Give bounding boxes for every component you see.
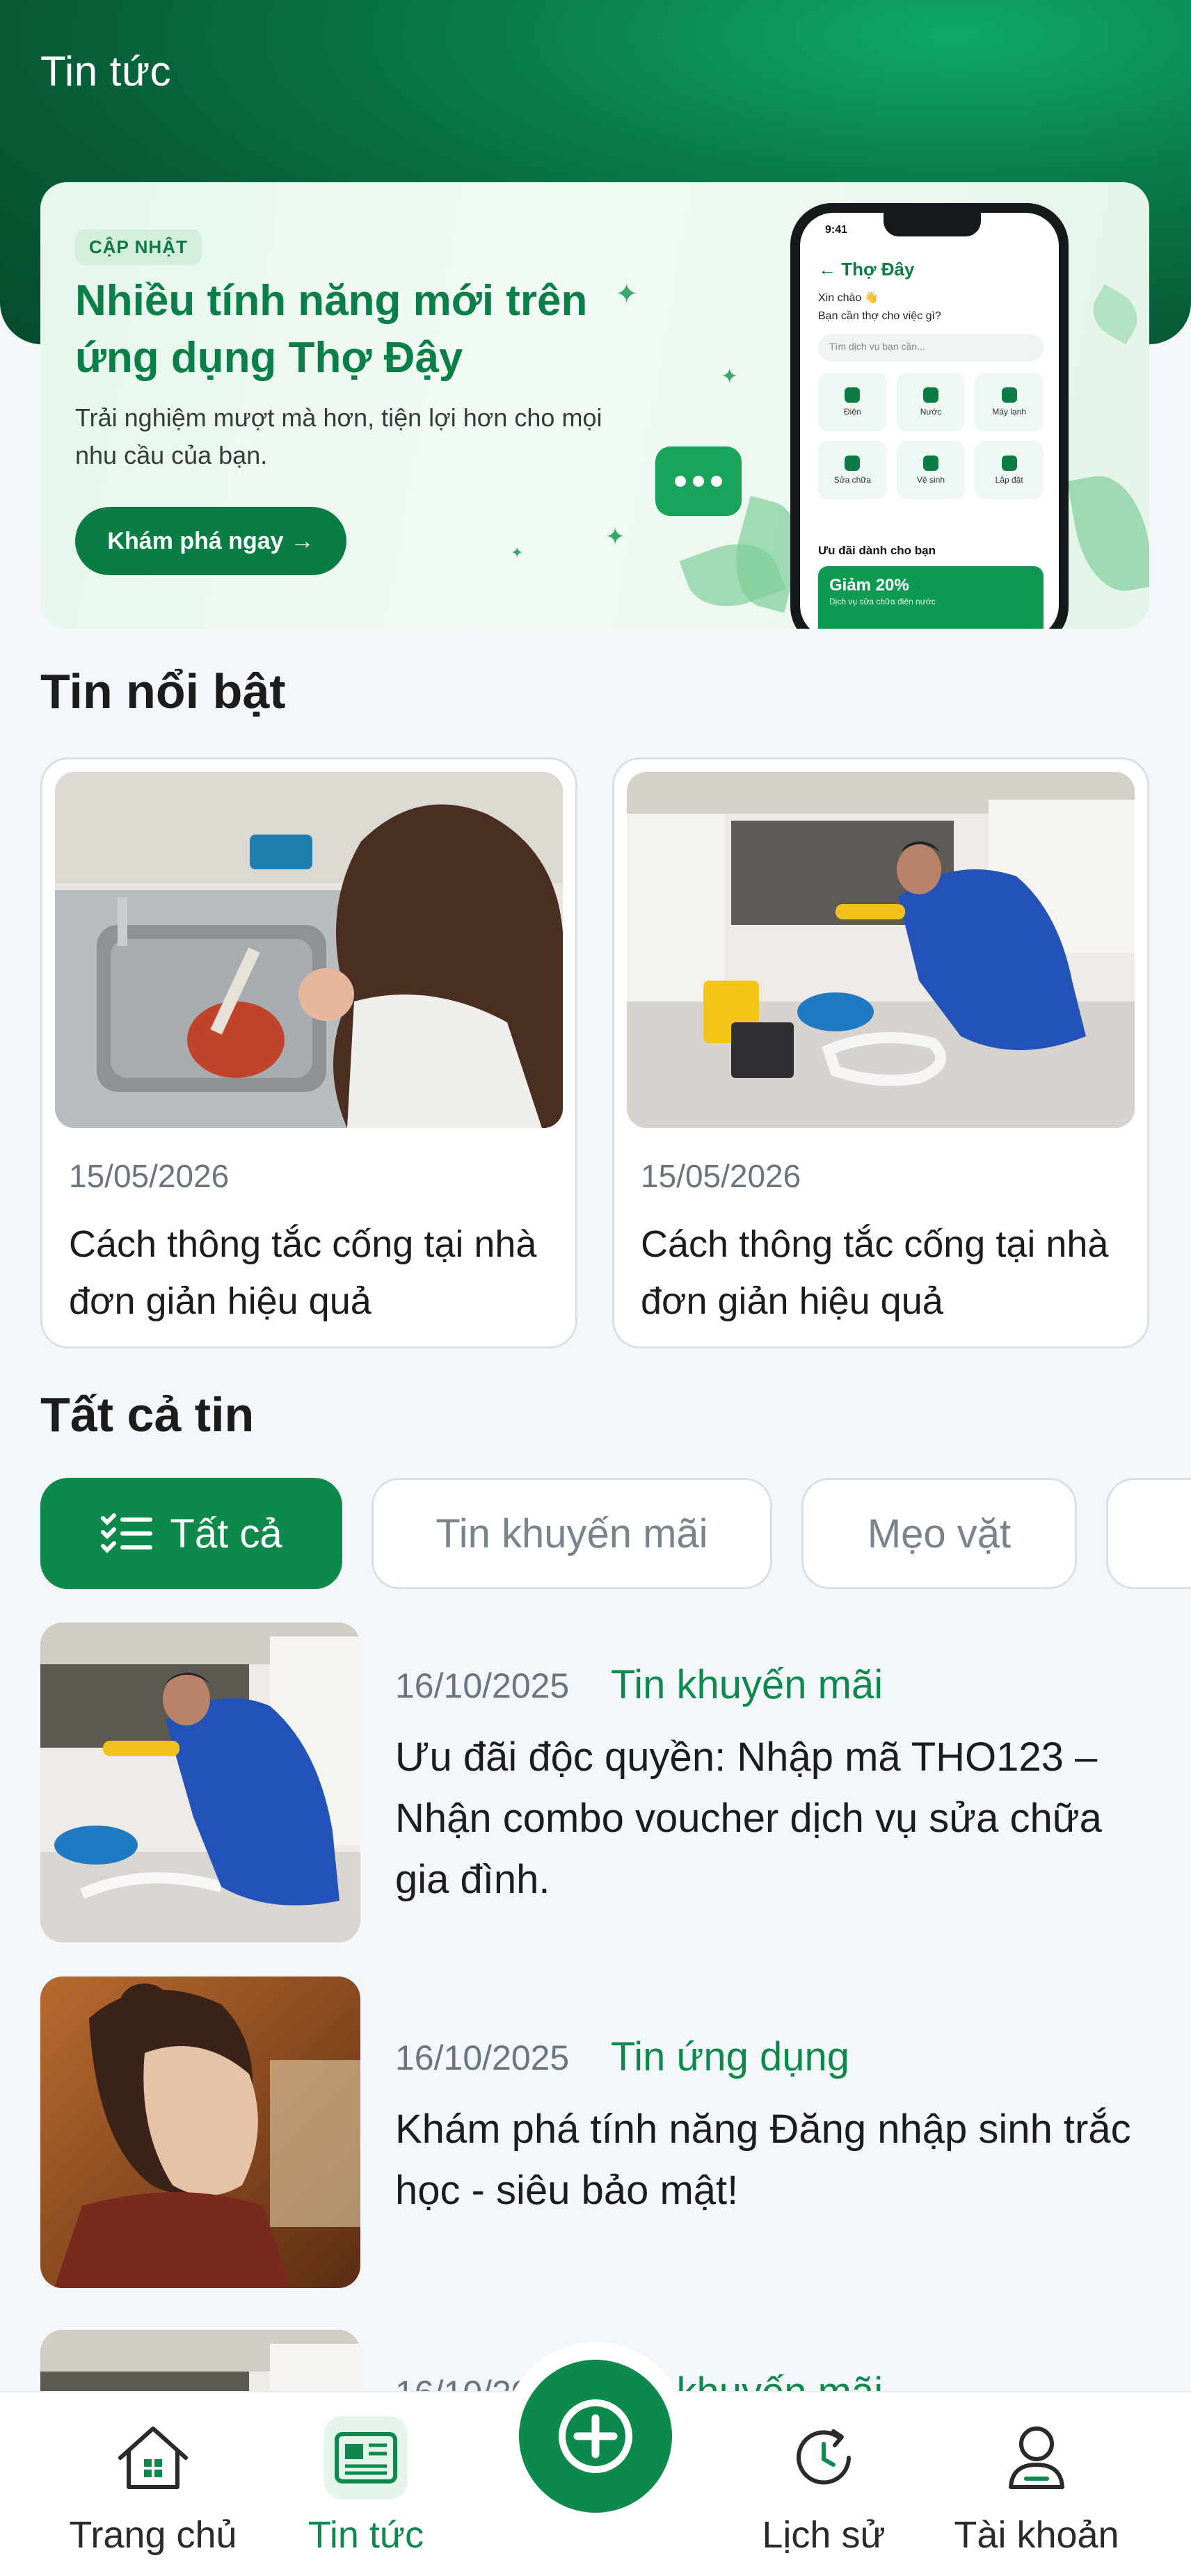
nav-news[interactable]: Tin tức	[275, 2416, 456, 2557]
news-category: Tin khuyến mãi	[611, 1662, 884, 1707]
sparkle-icon: ✦	[615, 279, 639, 309]
add-button[interactable]	[519, 2360, 672, 2513]
phone-service: Vệ sinh	[896, 441, 966, 499]
featured-image	[627, 772, 1135, 1128]
list-item[interactable]: 16/10/2025 Tin khuyến mãi Ưu đãi độc quy…	[40, 1623, 1153, 1942]
nav-home-label: Trang chủ	[69, 2514, 237, 2556]
phone-service: Điện	[818, 373, 887, 431]
list-item[interactable]: 16/10/2025 Tin ứng dụng Khám phá tính nă…	[40, 1977, 1153, 2296]
news-date: 16/10/2025	[395, 2038, 570, 2077]
sparkle-icon: ✦	[511, 544, 524, 561]
nav-account-label: Tài khoản	[954, 2514, 1119, 2556]
phone-app-name: ← Thợ Đây	[818, 259, 915, 280]
chat-bubble-icon	[655, 446, 742, 516]
tab-more[interactable]	[1106, 1478, 1191, 1589]
news-date: 16/10/2025	[395, 1666, 570, 1705]
banner-title: Nhiều tính năng mới trên ứng dụng Thợ Đậ…	[75, 277, 588, 382]
news-title: Khám phá tính năng Đăng nhập sinh trắc h…	[395, 2107, 1131, 2213]
featured-date: 15/05/2026	[69, 1158, 230, 1194]
phone-service: Nước	[896, 373, 966, 431]
phone-greeting: Xin chào 👋	[818, 292, 879, 304]
featured-section-title: Tin nổi bật	[40, 664, 286, 718]
account-icon	[995, 2416, 1078, 2499]
banner-badge: CẬP NHẬT	[75, 230, 202, 265]
all-news-section-title: Tất cả tin	[40, 1387, 255, 1442]
tab-promotions-label: Tin khuyến mãi	[435, 1511, 708, 1556]
phone-service: Sửa chữa	[818, 441, 887, 499]
plus-icon	[559, 2399, 632, 2473]
phone-offer-label: Ưu đãi dành cho bạn	[818, 544, 936, 557]
phone-service-grid: Điện Nước Máy lạnh Sửa chữa Vệ sinh Lắp …	[818, 373, 1044, 499]
tab-all[interactable]: Tất cả	[40, 1478, 342, 1589]
phone-question: Bạn cần thợ cho việc gì?	[818, 310, 941, 322]
featured-date: 15/05/2026	[641, 1158, 801, 1194]
sparkle-icon: ✦	[721, 365, 739, 388]
arrow-right-icon: →	[290, 527, 314, 554]
explore-button-label: Khám phá ngay	[107, 527, 284, 554]
tab-promotions[interactable]: Tin khuyến mãi	[371, 1478, 772, 1589]
home-icon	[111, 2416, 195, 2499]
promo-banner[interactable]: CẬP NHẬT Nhiều tính năng mới trên ứng dụ…	[40, 182, 1149, 629]
featured-card[interactable]: 15/05/2026 Cách thông tắc cống tại nhà đ…	[40, 757, 577, 1349]
news-title: Ưu đãi độc quyền: Nhập mã THO123 – Nhận …	[395, 1734, 1102, 1902]
phone-search: Tìm dịch vụ bạn cần...	[818, 334, 1044, 362]
news-thumbnail	[40, 1623, 360, 1942]
explore-button[interactable]: Khám phá ngay →	[75, 507, 346, 575]
tab-all-label: Tất cả	[170, 1511, 282, 1556]
page-title: Tin tức	[40, 48, 172, 95]
featured-image	[55, 772, 563, 1128]
sparkle-icon: ✦	[605, 524, 625, 550]
tab-tips-label: Mẹo vặt	[867, 1511, 1012, 1556]
nav-account[interactable]: Tài khoản	[946, 2416, 1127, 2557]
featured-title: Cách thông tắc cống tại nhà đơn giản hiệ…	[69, 1223, 537, 1322]
nav-history-label: Lịch sử	[762, 2514, 886, 2556]
nav-history[interactable]: Lịch sử	[733, 2416, 914, 2557]
news-icon	[324, 2416, 408, 2499]
phone-mockup: 9:41 ← Thợ Đây Xin chào 👋 Bạn cần thợ ch…	[790, 203, 1069, 629]
banner-subtitle: Trải nghiệm mượt mà hơn, tiện lợi hơn ch…	[75, 403, 602, 469]
featured-title: Cách thông tắc cống tại nhà đơn giản hiệ…	[641, 1223, 1109, 1322]
tab-tips[interactable]: Mẹo vặt	[801, 1478, 1077, 1589]
news-thumbnail	[40, 1977, 360, 2288]
history-icon	[782, 2416, 865, 2499]
phone-service: Lắp đặt	[975, 441, 1044, 499]
featured-card[interactable]: 15/05/2026 Cách thông tắc cống tại nhà đ…	[612, 757, 1149, 1349]
phone-service: Máy lạnh	[975, 373, 1044, 431]
nav-home[interactable]: Trang chủ	[63, 2416, 243, 2557]
phone-time: 9:41	[825, 224, 848, 236]
news-category: Tin ứng dụng	[611, 2034, 850, 2079]
leaf-decoration	[1083, 284, 1147, 345]
nav-news-label: Tin tức	[307, 2514, 424, 2556]
list-icon	[101, 1513, 153, 1554]
leaf-decoration	[1066, 469, 1149, 598]
news-screen: Tin tức CẬP NHẬT Nhiều tính năng mới trê…	[0, 0, 1191, 2576]
phone-offer-card: Giảm 20% Dịch vụ sửa chữa điện nước	[818, 566, 1044, 629]
